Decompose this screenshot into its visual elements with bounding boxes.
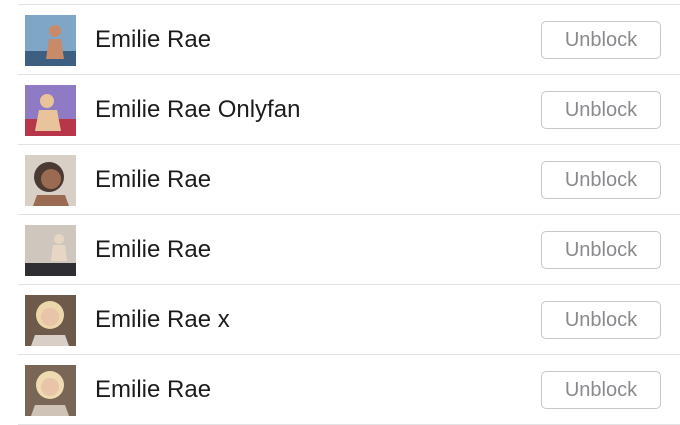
blocked-users-list: Emilie Rae Unblock Emilie Rae Onlyfan Un… xyxy=(0,0,680,425)
blocked-user-row: Emilie Rae Unblock xyxy=(0,355,680,425)
avatar-body xyxy=(46,39,64,59)
avatar-body xyxy=(51,245,67,261)
avatar-head xyxy=(40,94,54,108)
blocked-user-row: Emilie Rae x Unblock xyxy=(0,285,680,355)
blocked-user-row: Emilie Rae Unblock xyxy=(0,5,680,75)
profile-photo-icon xyxy=(25,225,76,276)
avatar-head xyxy=(41,308,59,326)
blocked-user-row: Emilie Rae Unblock xyxy=(0,145,680,215)
profile-photo-icon xyxy=(25,155,76,206)
avatar-head xyxy=(54,234,64,244)
avatar-ground xyxy=(25,263,76,276)
unblock-button[interactable]: Unblock xyxy=(541,91,661,129)
profile-photo-icon xyxy=(25,365,76,416)
avatar-body xyxy=(31,335,69,346)
unblock-button[interactable]: Unblock xyxy=(541,231,661,269)
blocked-user-name: Emilie Rae xyxy=(95,236,212,263)
unblock-button[interactable]: Unblock xyxy=(541,161,661,199)
avatar-head xyxy=(41,169,61,189)
avatar-head xyxy=(41,378,59,396)
blocked-user-name: Emilie Rae xyxy=(95,166,212,193)
avatar-body xyxy=(31,405,69,416)
avatar-body xyxy=(35,110,61,131)
blocked-user-row: Emilie Rae Unblock xyxy=(0,215,680,285)
profile-photo-icon xyxy=(25,295,76,346)
unblock-button[interactable]: Unblock xyxy=(541,371,661,409)
blocked-user-row: Emilie Rae Onlyfan Unblock xyxy=(0,75,680,145)
blocked-user-name: Emilie Rae xyxy=(95,26,212,53)
avatar-head xyxy=(49,25,61,37)
blocked-user-name: Emilie Rae Onlyfan xyxy=(95,96,301,123)
profile-photo-icon xyxy=(25,85,76,136)
profile-photo-icon xyxy=(25,15,76,66)
blocked-user-name: Emilie Rae xyxy=(95,376,212,403)
avatar-body xyxy=(33,195,69,206)
blocked-user-name: Emilie Rae x xyxy=(95,306,230,333)
unblock-button[interactable]: Unblock xyxy=(541,21,661,59)
unblock-button[interactable]: Unblock xyxy=(541,301,661,339)
